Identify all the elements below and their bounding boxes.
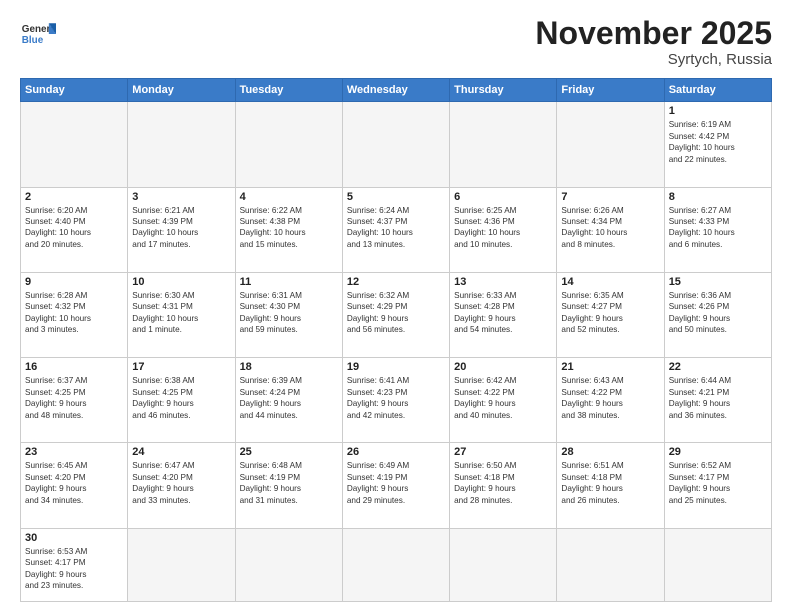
day-24: 24 Sunrise: 6:47 AMSunset: 4:20 PMDaylig… [128,443,235,528]
day-16: 16 Sunrise: 6:37 AMSunset: 4:25 PMDaylig… [21,358,128,443]
empty-cell [342,102,449,187]
calendar-table: Sunday Monday Tuesday Wednesday Thursday… [20,78,772,602]
header-tuesday: Tuesday [235,79,342,102]
day-28: 28 Sunrise: 6:51 AMSunset: 4:18 PMDaylig… [557,443,664,528]
day-27: 27 Sunrise: 6:50 AMSunset: 4:18 PMDaylig… [450,443,557,528]
day-9: 9 Sunrise: 6:28 AMSunset: 4:32 PMDayligh… [21,272,128,357]
day-13: 13 Sunrise: 6:33 AMSunset: 4:28 PMDaylig… [450,272,557,357]
header-thursday: Thursday [450,79,557,102]
weekday-header-row: Sunday Monday Tuesday Wednesday Thursday… [21,79,772,102]
day-15: 15 Sunrise: 6:36 AMSunset: 4:26 PMDaylig… [664,272,771,357]
day-30: 30 Sunrise: 6:53 AMSunset: 4:17 PMDaylig… [21,528,128,601]
day-1: 1 Sunrise: 6:19 AMSunset: 4:42 PMDayligh… [664,102,771,187]
month-year-title: November 2025 [535,16,772,51]
day-5: 5 Sunrise: 6:24 AMSunset: 4:37 PMDayligh… [342,187,449,272]
empty-cell [450,102,557,187]
empty-cell [557,102,664,187]
empty-cell [450,528,557,601]
generalblue-logo-icon: General Blue [20,16,56,52]
calendar-row-6: 30 Sunrise: 6:53 AMSunset: 4:17 PMDaylig… [21,528,772,601]
day-8: 8 Sunrise: 6:27 AMSunset: 4:33 PMDayligh… [664,187,771,272]
header-monday: Monday [128,79,235,102]
empty-cell [128,102,235,187]
empty-cell [128,528,235,601]
calendar-row-4: 16 Sunrise: 6:37 AMSunset: 4:25 PMDaylig… [21,358,772,443]
header: General Blue November 2025 Syrtych, Russ… [20,16,772,68]
svg-text:Blue: Blue [22,35,44,46]
calendar-row-3: 9 Sunrise: 6:28 AMSunset: 4:32 PMDayligh… [21,272,772,357]
empty-cell [21,102,128,187]
header-wednesday: Wednesday [342,79,449,102]
day-17: 17 Sunrise: 6:38 AMSunset: 4:25 PMDaylig… [128,358,235,443]
day-22: 22 Sunrise: 6:44 AMSunset: 4:21 PMDaylig… [664,358,771,443]
empty-cell [235,528,342,601]
day-4: 4 Sunrise: 6:22 AMSunset: 4:38 PMDayligh… [235,187,342,272]
calendar-row-2: 2 Sunrise: 6:20 AMSunset: 4:40 PMDayligh… [21,187,772,272]
day-2: 2 Sunrise: 6:20 AMSunset: 4:40 PMDayligh… [21,187,128,272]
day-1-info: Sunrise: 6:19 AMSunset: 4:42 PMDaylight:… [669,119,767,165]
day-20: 20 Sunrise: 6:42 AMSunset: 4:22 PMDaylig… [450,358,557,443]
day-19: 19 Sunrise: 6:41 AMSunset: 4:23 PMDaylig… [342,358,449,443]
day-25: 25 Sunrise: 6:48 AMSunset: 4:19 PMDaylig… [235,443,342,528]
empty-cell [235,102,342,187]
day-3: 3 Sunrise: 6:21 AMSunset: 4:39 PMDayligh… [128,187,235,272]
page: General Blue November 2025 Syrtych, Russ… [0,0,792,612]
calendar-row-5: 23 Sunrise: 6:45 AMSunset: 4:20 PMDaylig… [21,443,772,528]
day-21: 21 Sunrise: 6:43 AMSunset: 4:22 PMDaylig… [557,358,664,443]
location-subtitle: Syrtych, Russia [535,51,772,68]
header-saturday: Saturday [664,79,771,102]
day-14: 14 Sunrise: 6:35 AMSunset: 4:27 PMDaylig… [557,272,664,357]
day-11: 11 Sunrise: 6:31 AMSunset: 4:30 PMDaylig… [235,272,342,357]
empty-cell [557,528,664,601]
logo: General Blue [20,16,56,52]
day-29: 29 Sunrise: 6:52 AMSunset: 4:17 PMDaylig… [664,443,771,528]
header-friday: Friday [557,79,664,102]
day-7: 7 Sunrise: 6:26 AMSunset: 4:34 PMDayligh… [557,187,664,272]
day-18: 18 Sunrise: 6:39 AMSunset: 4:24 PMDaylig… [235,358,342,443]
title-block: November 2025 Syrtych, Russia [535,16,772,68]
day-10: 10 Sunrise: 6:30 AMSunset: 4:31 PMDaylig… [128,272,235,357]
day-6: 6 Sunrise: 6:25 AMSunset: 4:36 PMDayligh… [450,187,557,272]
day-26: 26 Sunrise: 6:49 AMSunset: 4:19 PMDaylig… [342,443,449,528]
calendar-row-1: 1 Sunrise: 6:19 AMSunset: 4:42 PMDayligh… [21,102,772,187]
empty-cell [664,528,771,601]
empty-cell [342,528,449,601]
header-sunday: Sunday [21,79,128,102]
day-23: 23 Sunrise: 6:45 AMSunset: 4:20 PMDaylig… [21,443,128,528]
day-12: 12 Sunrise: 6:32 AMSunset: 4:29 PMDaylig… [342,272,449,357]
